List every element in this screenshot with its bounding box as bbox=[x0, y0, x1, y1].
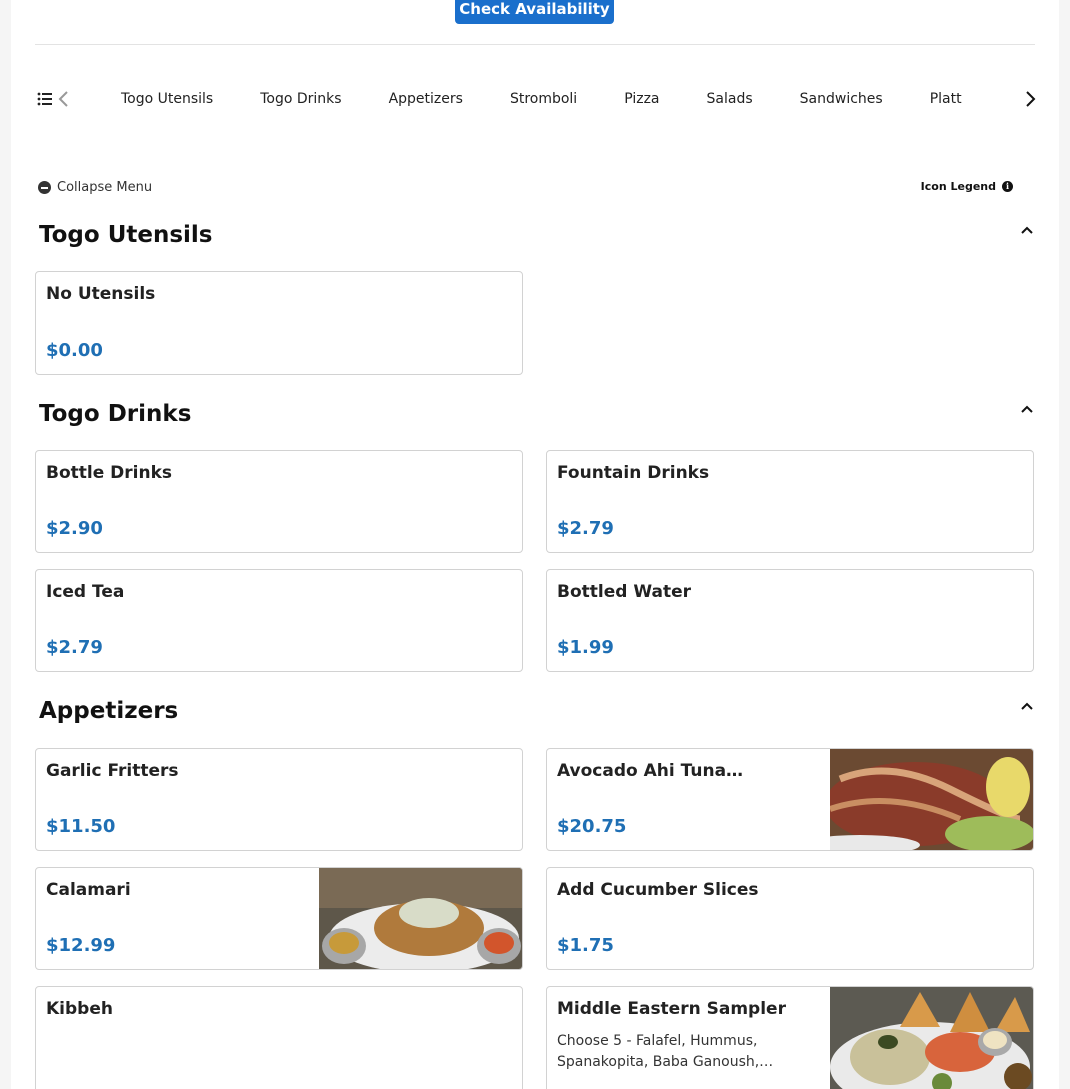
menu-item-card[interactable]: Add Cucumber Slices $1.75 bbox=[546, 867, 1034, 970]
check-availability-button[interactable]: Check Availability bbox=[455, 0, 614, 24]
menu-item-card[interactable]: No Utensils $0.00 bbox=[35, 271, 523, 375]
item-name: Middle Eastern Sampler bbox=[557, 999, 786, 1019]
menu-item-card[interactable]: Kibbeh bbox=[35, 986, 523, 1089]
menu-item-card[interactable]: Avocado Ahi Tuna… $20.75 bbox=[546, 748, 1034, 851]
item-name: Avocado Ahi Tuna… bbox=[557, 761, 744, 781]
item-price: $20.75 bbox=[557, 816, 627, 837]
item-photo bbox=[830, 749, 1033, 850]
category-track: Togo Utensils Togo Drinks Appetizers Stromb… bbox=[95, 80, 1001, 118]
item-name: No Utensils bbox=[46, 284, 156, 304]
chevron-right-icon[interactable] bbox=[1023, 90, 1037, 108]
item-price: $11.50 bbox=[46, 816, 116, 837]
item-name: Calamari bbox=[46, 880, 131, 900]
category-tab[interactable]: Platt bbox=[930, 80, 962, 118]
item-name: Add Cucumber Slices bbox=[557, 880, 759, 900]
category-tab[interactable]: Togo Drinks bbox=[260, 80, 341, 118]
item-name: Bottle Drinks bbox=[46, 463, 173, 483]
item-name: Garlic Fritters bbox=[46, 761, 179, 781]
category-tab[interactable]: Salads bbox=[707, 80, 753, 118]
item-name: Bottled Water bbox=[557, 582, 691, 602]
chevron-left-icon[interactable] bbox=[57, 90, 71, 108]
header-divider bbox=[35, 44, 1035, 45]
category-tab[interactable]: Sandwiches bbox=[800, 80, 883, 118]
menu-item-card[interactable]: Calamari $12.99 bbox=[35, 867, 523, 970]
item-name: Kibbeh bbox=[46, 999, 113, 1019]
menu-item-card[interactable]: Bottled Water $1.99 bbox=[546, 569, 1034, 672]
menu-item-card[interactable]: Fountain Drinks $2.79 bbox=[546, 450, 1034, 553]
item-price: $2.90 bbox=[46, 518, 103, 539]
list-icon[interactable] bbox=[37, 91, 53, 107]
item-name: Fountain Drinks bbox=[557, 463, 710, 483]
item-price: $1.99 bbox=[557, 637, 614, 658]
item-name: Iced Tea bbox=[46, 582, 125, 602]
item-price: $2.79 bbox=[557, 518, 614, 539]
section-title: Togo Drinks bbox=[39, 401, 192, 427]
item-price: $1.75 bbox=[557, 935, 614, 956]
item-price: $2.79 bbox=[46, 637, 103, 658]
chevron-up-icon[interactable] bbox=[1020, 225, 1034, 235]
menu-item-card[interactable]: Iced Tea $2.79 bbox=[35, 569, 523, 672]
minus-circle-icon bbox=[38, 181, 51, 194]
category-tab[interactable]: Togo Utensils bbox=[121, 80, 213, 118]
item-photo bbox=[319, 868, 522, 969]
category-nav: Togo Utensils Togo Drinks Appetizers Stromb… bbox=[35, 80, 1037, 118]
menu-item-card[interactable]: Garlic Fritters $11.50 bbox=[35, 748, 523, 851]
icon-legend-button[interactable]: Icon Legend i bbox=[921, 180, 1013, 193]
category-tab[interactable]: Stromboli bbox=[510, 80, 577, 118]
menu-item-card[interactable]: Middle Eastern Sampler Choose 5 - Falafe… bbox=[546, 986, 1034, 1089]
info-icon: i bbox=[1002, 181, 1013, 192]
item-price: $12.99 bbox=[46, 935, 116, 956]
section-title: Togo Utensils bbox=[39, 222, 213, 248]
menu-item-card[interactable]: Bottle Drinks $2.90 bbox=[35, 450, 523, 553]
menu-page: Check Availability Togo Utensils Togo Dri… bbox=[11, 0, 1059, 1089]
icon-legend-label: Icon Legend bbox=[920, 180, 996, 193]
collapse-menu-button[interactable]: Collapse Menu bbox=[38, 180, 152, 195]
chevron-up-icon[interactable] bbox=[1020, 701, 1034, 711]
chevron-up-icon[interactable] bbox=[1020, 404, 1034, 414]
item-price: $0.00 bbox=[46, 340, 103, 361]
category-tab[interactable]: Appetizers bbox=[389, 80, 463, 118]
section-title: Appetizers bbox=[39, 698, 179, 724]
collapse-menu-label: Collapse Menu bbox=[57, 180, 153, 195]
item-photo bbox=[830, 987, 1033, 1089]
item-description: Choose 5 - Falafel, Hummus, Spanakopita,… bbox=[557, 1033, 774, 1070]
category-tab[interactable]: Pizza bbox=[624, 80, 659, 118]
